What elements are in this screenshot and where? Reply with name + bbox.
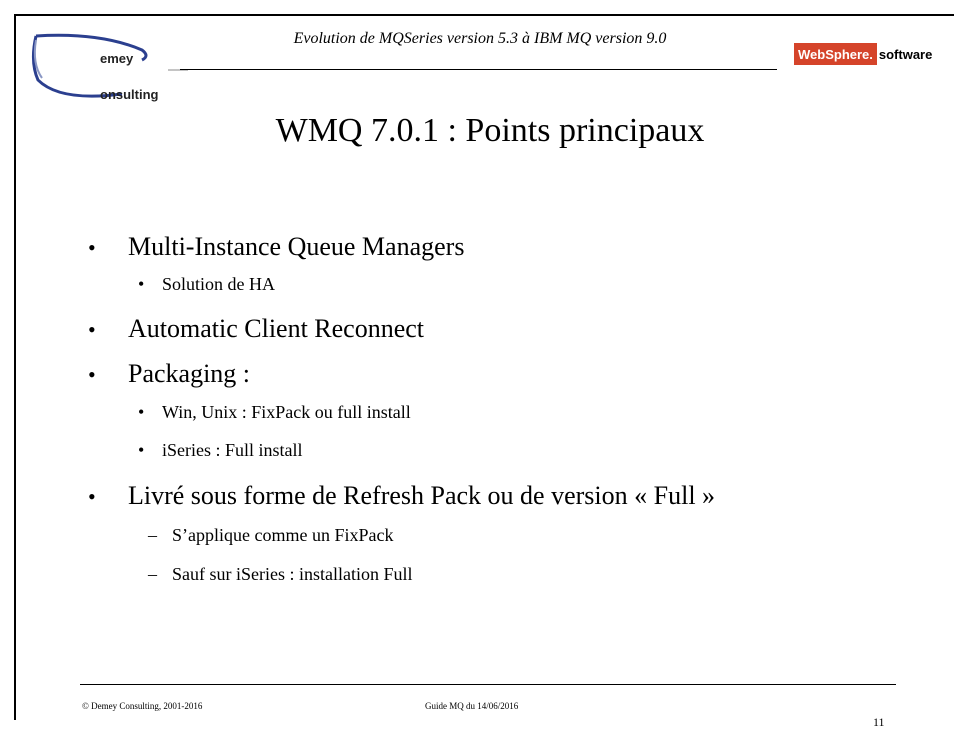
- bullet-marker: •: [88, 362, 96, 387]
- list-item: • Win, Unix : FixPack ou full install: [138, 402, 411, 423]
- list-item-text: Multi-Instance Queue Managers: [128, 232, 465, 261]
- websphere-suffix: software: [876, 43, 935, 65]
- websphere-badge: WebSphere. software: [794, 43, 935, 65]
- logo-text-consulting: onsulting: [100, 87, 159, 102]
- list-item-text: Solution de HA: [162, 274, 276, 294]
- list-item: – Sauf sur iSeries : installation Full: [148, 564, 413, 585]
- list-item-text: Livré sous forme de Refresh Pack ou de v…: [128, 481, 716, 510]
- footer-copyright: © Demey Consulting, 2001-2016: [82, 701, 203, 711]
- slide-title: WMQ 7.0.1 : Points principaux: [275, 112, 705, 149]
- bullet-marker: •: [138, 274, 145, 294]
- list-item: • Multi-Instance Queue Managers: [88, 232, 464, 262]
- list-item: • Solution de HA: [138, 274, 275, 295]
- logo-icon: emey onsulting: [31, 33, 188, 102]
- list-item: • iSeries : Full install: [138, 440, 303, 461]
- header-title: Evolution de MQSeries version 5.3 à IBM …: [293, 30, 667, 47]
- list-item-text: Sauf sur iSeries : installation Full: [172, 564, 413, 584]
- list-item: • Packaging :: [88, 359, 250, 389]
- demey-consulting-logo: emey onsulting: [30, 22, 190, 108]
- bullet-marker: •: [138, 440, 145, 460]
- list-item-text: Automatic Client Reconnect: [128, 314, 425, 343]
- page-number: 11: [873, 715, 885, 729]
- footer-divider: [80, 684, 896, 685]
- bullet-marker: •: [88, 235, 96, 260]
- header-divider: [180, 69, 777, 70]
- dash-marker: –: [148, 564, 157, 584]
- bullet-marker: •: [138, 402, 145, 422]
- list-item: • Livré sous forme de Refresh Pack ou de…: [88, 481, 715, 511]
- logo-text-demey: emey: [100, 51, 134, 66]
- footer-guide: Guide MQ du 14/06/2016: [425, 701, 519, 711]
- websphere-brand: WebSphere.: [794, 43, 877, 65]
- bullet-marker: •: [88, 484, 96, 509]
- list-item: – S’applique comme un FixPack: [148, 525, 393, 546]
- list-item-text: S’applique comme un FixPack: [172, 525, 394, 545]
- list-item-text: iSeries : Full install: [162, 440, 303, 460]
- list-item-text: Packaging :: [128, 359, 251, 388]
- list-item: • Automatic Client Reconnect: [88, 314, 424, 344]
- dash-marker: –: [148, 525, 157, 545]
- list-item-text: Win, Unix : FixPack ou full install: [162, 402, 411, 422]
- bullet-marker: •: [88, 317, 96, 342]
